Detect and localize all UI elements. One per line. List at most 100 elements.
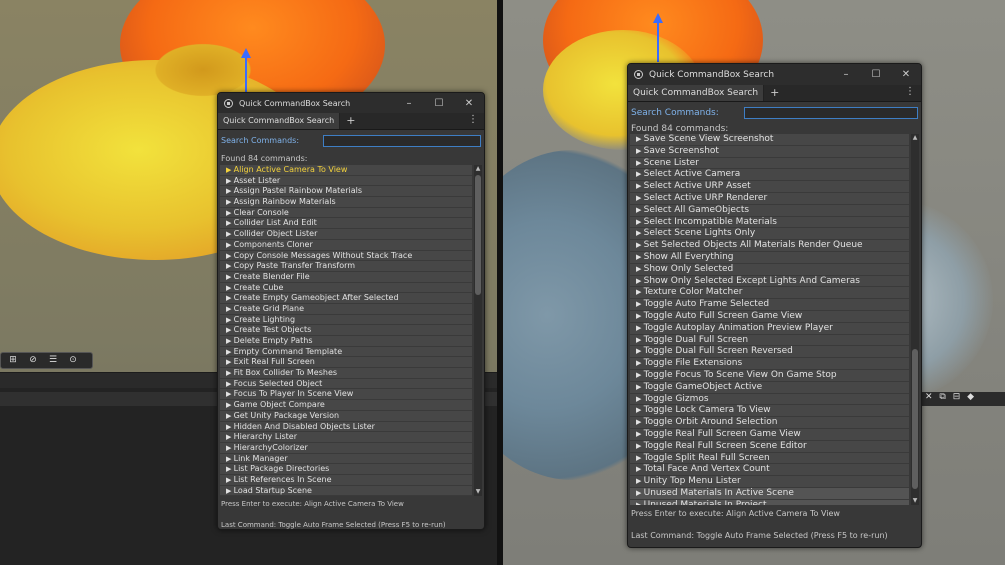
window-titlebar[interactable]: Quick CommandBox Search – ☐ ✕ [218, 93, 484, 113]
command-list-item[interactable]: Game Object Compare [220, 400, 472, 411]
maximize-icon[interactable]: ☐ [424, 98, 454, 109]
grid-snap-icon[interactable]: ⊞ [5, 354, 21, 367]
compass-icon[interactable]: ⊙ [65, 354, 81, 367]
scroll-up-icon[interactable]: ▲ [474, 165, 482, 173]
command-list-item[interactable]: Select Scene Lights Only [630, 228, 909, 241]
scrollbar-thumb[interactable] [475, 175, 481, 295]
command-list-item[interactable]: Total Face And Vertex Count [630, 464, 909, 477]
move-gizmo-y-axis[interactable] [657, 22, 659, 62]
lock-icon[interactable]: ⊟ [953, 392, 961, 402]
window-titlebar[interactable]: Quick CommandBox Search – ☐ ✕ [628, 64, 921, 85]
command-list-item[interactable]: Show Only Selected [630, 263, 909, 276]
list-scrollbar[interactable]: ▲ ▼ [911, 134, 919, 505]
minimize-icon[interactable]: – [394, 98, 424, 109]
command-list-item[interactable]: Unused Materials In Project [630, 499, 909, 505]
command-list-item[interactable]: Save Screenshot [630, 145, 909, 158]
minimize-icon[interactable]: – [831, 69, 861, 80]
command-list-item[interactable]: Toggle Gizmos [630, 393, 909, 406]
maximize-icon[interactable]: ☐ [861, 69, 891, 80]
window-footer: Press Enter to execute: Align Active Cam… [628, 505, 921, 540]
command-list-item[interactable]: Select Active URP Asset [630, 181, 909, 193]
command-list-item[interactable]: Create Lighting [220, 314, 472, 326]
search-input[interactable] [323, 134, 481, 147]
command-list-item[interactable]: Collider Object Lister [220, 229, 472, 240]
layers-icon[interactable]: ⧉ [939, 392, 945, 402]
command-list-item[interactable]: Toggle Auto Full Screen Game View [630, 310, 909, 323]
command-list-item[interactable]: Focus Selected Object [220, 378, 472, 390]
command-list-item[interactable]: Assign Pastel Rainbow Materials [220, 186, 472, 198]
quick-commandbox-window-left: Quick CommandBox Search – ☐ ✕ Quick Comm… [217, 92, 485, 530]
command-list-item[interactable]: Create Test Objects [220, 325, 472, 336]
command-list-item[interactable]: Toggle Real Full Screen Scene Editor [630, 440, 909, 453]
command-list-item[interactable]: HierarchyColorizer [220, 442, 472, 454]
command-list-item[interactable]: Save Scene View Screenshot [630, 134, 909, 146]
command-list-item[interactable]: Copy Console Messages Without Stack Trac… [220, 250, 472, 262]
search-input[interactable] [744, 106, 918, 119]
command-list-item[interactable]: Create Empty Gameobject After Selected [220, 293, 472, 304]
command-list-item[interactable]: Texture Color Matcher [630, 287, 909, 300]
command-list-item[interactable]: Toggle Lock Camera To View [630, 405, 909, 418]
visibility-icon[interactable]: ⊘ [25, 354, 41, 367]
command-list-item[interactable]: Unused Materials In Active Scene [630, 487, 909, 500]
command-list-item[interactable]: Copy Paste Transfer Transform [220, 261, 472, 272]
command-list-item[interactable]: Toggle Orbit Around Selection [630, 417, 909, 429]
command-list-item[interactable]: Toggle Focus To Scene View On Game Stop [630, 369, 909, 382]
command-list-item[interactable]: Select Active Camera [630, 169, 909, 182]
command-list-item[interactable]: Toggle Dual Full Screen [630, 334, 909, 347]
command-list-item[interactable]: Toggle Split Real Full Screen [630, 452, 909, 465]
command-list-item[interactable]: Link Manager [220, 453, 472, 465]
command-list-item[interactable]: Toggle GameObject Active [630, 381, 909, 394]
command-list-item[interactable]: Load Startup Scene [220, 485, 472, 496]
command-list-item[interactable]: Components Cloner [220, 239, 472, 251]
command-list-item[interactable]: Focus To Player In Scene View [220, 389, 472, 401]
close-icon[interactable]: ✕ [925, 392, 933, 402]
command-list-item[interactable]: Create Blender File [220, 271, 472, 283]
kebab-menu-icon[interactable]: ⋮ [899, 85, 921, 101]
plus-icon[interactable]: + [764, 85, 785, 101]
list-scrollbar[interactable]: ▲ ▼ [474, 165, 482, 496]
command-list-item[interactable]: Scene Lister [630, 157, 909, 170]
command-list-item[interactable]: Show All Everything [630, 251, 909, 264]
command-list-item[interactable]: Hierarchy Lister [220, 432, 472, 443]
command-list-item[interactable]: Get Unity Package Version [220, 410, 472, 422]
settings-sliders-icon[interactable]: ☰ [45, 354, 61, 367]
command-list-item[interactable]: List Package Directories [220, 464, 472, 475]
move-gizmo-arrow-icon[interactable] [653, 13, 663, 23]
command-list-item[interactable]: Toggle Auto Frame Selected [630, 299, 909, 311]
command-list-item[interactable]: Unity Top Menu Lister [630, 476, 909, 488]
command-list-item[interactable]: Toggle File Extensions [630, 358, 909, 370]
command-list-item[interactable]: Select All GameObjects [630, 204, 909, 217]
command-list-item[interactable]: Show Only Selected Except Lights And Cam… [630, 275, 909, 288]
command-list-item[interactable]: Select Active URP Renderer [630, 192, 909, 205]
scroll-down-icon[interactable]: ▼ [474, 488, 482, 496]
command-list-item[interactable]: Collider List And Edit [220, 218, 472, 230]
command-list-item[interactable]: Clear Console [220, 207, 472, 219]
command-list-item[interactable]: Toggle Dual Full Screen Reversed [630, 346, 909, 359]
close-icon[interactable]: ✕ [891, 69, 921, 80]
command-list-item[interactable]: Hidden And Disabled Objects Lister [220, 421, 472, 433]
scroll-up-icon[interactable]: ▲ [911, 134, 919, 142]
command-list-item[interactable]: Delete Empty Paths [220, 336, 472, 347]
close-icon[interactable]: ✕ [454, 98, 484, 109]
command-list-item[interactable]: Align Active Camera To View [220, 165, 472, 176]
command-list-item[interactable]: Assign Rainbow Materials [220, 197, 472, 208]
tab-quick-commandbox[interactable]: Quick CommandBox Search [628, 85, 765, 101]
kebab-menu-icon[interactable]: ⋮ [462, 113, 484, 129]
scrollbar-thumb[interactable] [912, 349, 918, 489]
plus-icon[interactable]: + [340, 113, 361, 129]
command-list-item[interactable]: Fit Box Collider To Meshes [220, 368, 472, 379]
tab-quick-commandbox[interactable]: Quick CommandBox Search [218, 113, 341, 129]
command-list-item[interactable]: Empty Command Template [220, 346, 472, 358]
move-gizmo-arrow-icon[interactable] [241, 48, 251, 58]
command-list-item[interactable]: Toggle Real Full Screen Game View [630, 428, 909, 441]
command-list-item[interactable]: Exit Real Full Screen [220, 357, 472, 369]
command-list-item[interactable]: Select Incompatible Materials [630, 216, 909, 229]
command-list-item[interactable]: Create Grid Plane [220, 303, 472, 315]
command-list-item[interactable]: Set Selected Objects All Materials Rende… [630, 240, 909, 252]
tag-icon[interactable]: ◆ [967, 392, 974, 402]
scroll-down-icon[interactable]: ▼ [911, 497, 919, 505]
command-list-item[interactable]: Toggle Autoplay Animation Preview Player [630, 322, 909, 335]
command-list-item[interactable]: Asset Lister [220, 175, 472, 187]
command-list-item[interactable]: List References In Scene [220, 474, 472, 486]
command-list-item[interactable]: Create Cube [220, 282, 472, 294]
